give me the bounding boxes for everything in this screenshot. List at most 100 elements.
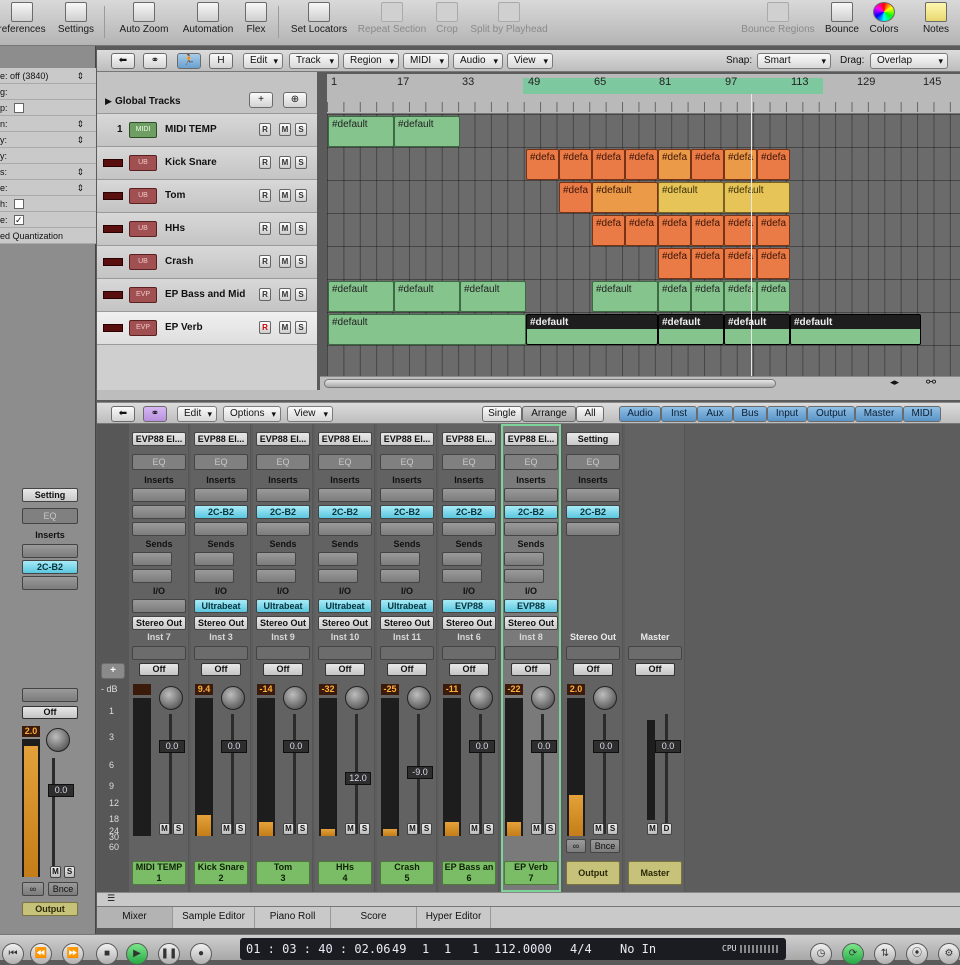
add-track-button[interactable]: + — [249, 92, 273, 108]
go-to-start-icon[interactable]: ⏮ — [2, 943, 24, 965]
automation-mode-button[interactable]: Off — [573, 663, 613, 676]
volume-fader[interactable]: 12.0 — [345, 772, 371, 785]
midi-region[interactable]: #defa — [691, 149, 724, 180]
setting-button[interactable]: EVP88 El... — [504, 432, 558, 446]
tab-piano-roll[interactable]: Piano Roll — [255, 907, 331, 928]
tab-score[interactable]: Score — [331, 907, 417, 928]
filter-master-button[interactable]: Master — [855, 406, 903, 422]
solo-button[interactable]: S — [295, 189, 307, 202]
track-name-label[interactable]: Tom 3 — [256, 861, 310, 885]
filter-midi-button[interactable]: MIDI — [903, 406, 941, 422]
filter-inst-button[interactable]: Inst — [661, 406, 697, 422]
notes-button[interactable]: Notes — [916, 2, 956, 42]
set-locators-button[interactable]: Set Locators — [288, 2, 350, 42]
insert-slot[interactable] — [132, 522, 186, 536]
link-icon[interactable]: ⚭ — [143, 406, 167, 422]
insert-slot[interactable] — [442, 522, 496, 536]
midi-region-selected[interactable]: #default — [526, 314, 658, 345]
solo-button[interactable]: S — [295, 156, 307, 169]
playhead[interactable] — [751, 94, 752, 378]
arrange-view-button[interactable]: Arrange — [522, 406, 576, 422]
send-slot[interactable] — [318, 569, 358, 583]
mixer-options-menu[interactable]: Options — [223, 406, 281, 422]
edit-menu[interactable]: Edit — [243, 53, 283, 69]
record-button[interactable]: R — [259, 321, 271, 334]
tab-hyper-editor[interactable]: Hyper Editor — [417, 907, 491, 928]
output-slot[interactable]: Stereo Out — [194, 616, 248, 630]
pan-knob[interactable] — [407, 686, 431, 710]
dim-button[interactable]: D — [661, 823, 672, 835]
solo-button[interactable]: S — [545, 823, 556, 835]
midi-region[interactable]: #defa — [757, 215, 790, 246]
insert-plugin-slot[interactable]: 2C-B2 — [22, 560, 78, 574]
midi-region[interactable]: #defa — [724, 248, 757, 279]
insert-plugin-slot[interactable]: 2C-B2 — [256, 505, 310, 519]
insert-plugin-slot[interactable]: 2C-B2 — [380, 505, 434, 519]
midi-region[interactable]: #defa — [691, 248, 724, 279]
eq-thumbnail[interactable]: EQ — [132, 454, 186, 470]
track-name-label[interactable]: HHs 4 — [318, 861, 372, 885]
output-slot[interactable]: Stereo Out — [256, 616, 310, 630]
mute-button[interactable]: M — [279, 156, 291, 169]
pan-knob[interactable] — [593, 686, 617, 710]
volume-fader[interactable]: 0.0 — [48, 784, 74, 797]
midi-region[interactable]: #defa — [559, 182, 592, 213]
record-button[interactable]: R — [259, 222, 271, 235]
transport-display[interactable]: 01 : 03 : 40 : 02.06 49 1 1 1 112.0000 4… — [240, 938, 786, 960]
send-slot[interactable] — [442, 552, 482, 566]
insert-slot[interactable] — [22, 544, 78, 558]
solo-button[interactable]: S — [607, 823, 618, 835]
volume-fader[interactable]: 0.0 — [159, 740, 185, 753]
midi-region[interactable]: #defa — [559, 149, 592, 180]
midi-region[interactable]: #default — [394, 116, 460, 147]
midi-region[interactable]: #default — [328, 314, 526, 345]
insert-slot[interactable] — [318, 522, 372, 536]
horizontal-scrollbar[interactable]: ◂▸ ⚯ — [320, 375, 960, 390]
volume-fader[interactable]: 0.0 — [655, 740, 681, 753]
inspector-setting-button[interactable]: Setting — [22, 488, 78, 502]
record-button[interactable]: R — [259, 189, 271, 202]
inspector-output-label[interactable]: Output — [22, 902, 78, 916]
settings-button[interactable]: Settings — [54, 2, 98, 42]
midi-region[interactable]: #defa — [658, 215, 691, 246]
checkbox-checked[interactable]: ✓ — [14, 215, 24, 225]
insert-slot[interactable] — [194, 522, 248, 536]
list-icon[interactable]: ☰ — [107, 893, 115, 904]
automation-slot[interactable] — [132, 646, 186, 660]
midi-region[interactable]: #defa — [592, 149, 625, 180]
output-slot[interactable]: Stereo Out — [380, 616, 434, 630]
stop-icon[interactable]: ■ — [96, 943, 118, 965]
solo-button[interactable]: S — [359, 823, 370, 835]
inspector-eq-thumbnail[interactable]: EQ — [22, 508, 78, 524]
volume-fader[interactable]: 0.0 — [221, 740, 247, 753]
solo-button[interactable]: S — [235, 823, 246, 835]
arrange-area[interactable]: #default #default #defa #defa #defa #def… — [327, 114, 960, 378]
insert-plugin-slot[interactable]: 2C-B2 — [504, 505, 558, 519]
filter-bus-button[interactable]: Bus — [733, 406, 767, 422]
input-slot[interactable]: EVP88 — [504, 599, 558, 613]
link-icon[interactable]: ∞ — [566, 839, 586, 853]
mute-button[interactable]: M — [345, 823, 356, 835]
mute-button[interactable]: M — [279, 189, 291, 202]
solo-button[interactable]: S — [297, 823, 308, 835]
pan-knob[interactable] — [469, 686, 493, 710]
solo-button[interactable]: S — [64, 866, 75, 878]
mixer-view-menu[interactable]: View — [287, 406, 333, 422]
setting-button[interactable]: EVP88 El... — [194, 432, 248, 446]
insert-plugin-slot[interactable]: 2C-B2 — [318, 505, 372, 519]
midi-region[interactable]: #defa — [757, 281, 790, 312]
insert-slot[interactable] — [504, 488, 558, 502]
region-menu[interactable]: Region — [343, 53, 399, 69]
insert-slot[interactable] — [256, 522, 310, 536]
output-slot[interactable]: Stereo Out — [132, 616, 186, 630]
play-icon[interactable]: ▶ — [126, 943, 148, 965]
mute-button[interactable]: M — [593, 823, 604, 835]
pan-knob[interactable] — [345, 686, 369, 710]
solo-button[interactable]: S — [295, 123, 307, 136]
setting-button[interactable]: EVP88 El... — [318, 432, 372, 446]
record-icon[interactable]: ● — [190, 943, 212, 965]
automation-slot[interactable] — [194, 646, 248, 660]
mute-button[interactable]: M — [221, 823, 232, 835]
midi-region[interactable]: #defa — [526, 149, 559, 180]
automation-mode-button[interactable]: Off — [387, 663, 427, 676]
